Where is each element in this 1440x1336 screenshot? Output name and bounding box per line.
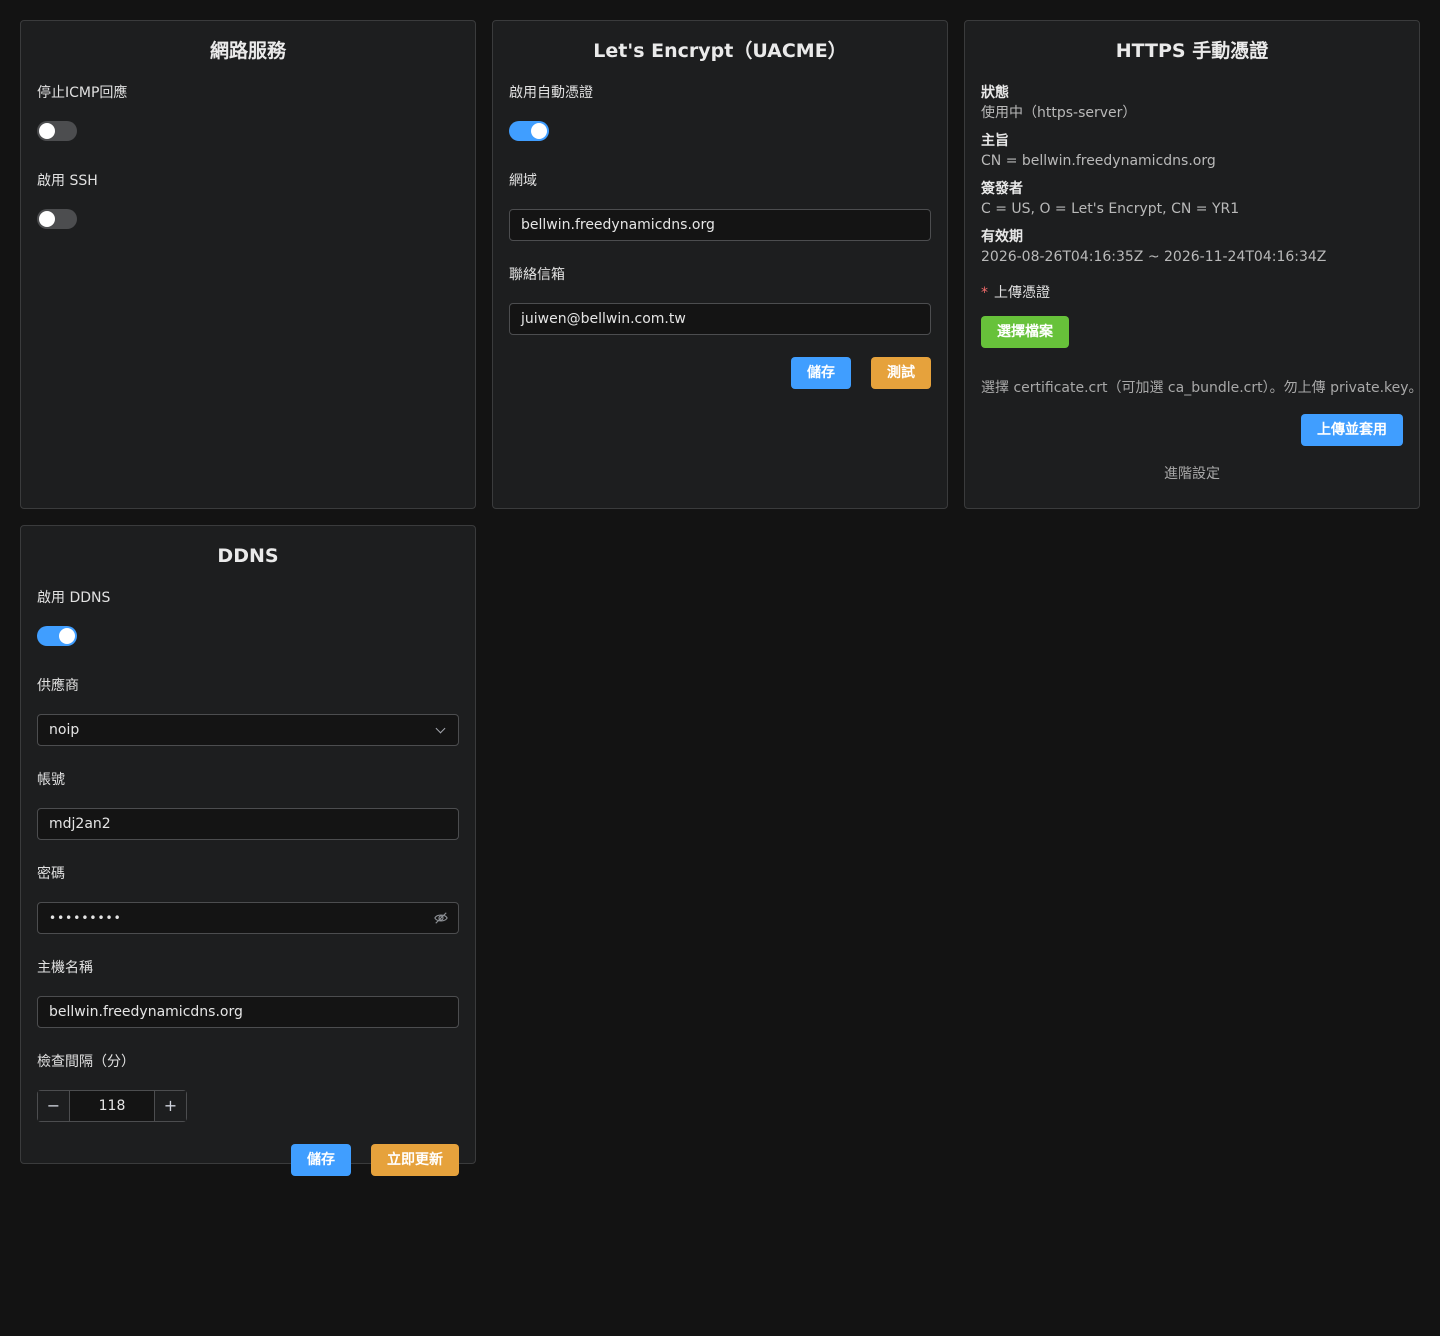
email-label: 聯絡信箱 xyxy=(509,267,565,283)
status-label: 狀態 xyxy=(981,85,1009,101)
auto-cert-label: 啟用自動憑證 xyxy=(509,85,593,101)
hostname-input[interactable]: bellwin.freedynamicdns.org xyxy=(37,996,459,1028)
le-save-button[interactable]: 儲存 xyxy=(791,357,851,389)
decrement-button[interactable]: − xyxy=(38,1091,70,1121)
email-input[interactable]: juiwen@bellwin.com.tw xyxy=(509,303,931,335)
password-masked-value: ••••••••• xyxy=(49,911,122,925)
le-test-button[interactable]: 測試 xyxy=(871,357,931,389)
network-services-title: 網路服務 xyxy=(209,40,286,62)
ddns-save-button[interactable]: 儲存 xyxy=(291,1144,351,1176)
hostname-label: 主機名稱 xyxy=(37,960,93,976)
toggle-knob xyxy=(39,123,55,139)
toggle-knob xyxy=(59,628,75,644)
toggle-knob xyxy=(531,123,547,139)
advanced-settings-link[interactable]: 進階設定 xyxy=(981,458,1403,490)
eye-slash-icon[interactable] xyxy=(434,911,448,925)
provider-selected-value: noip xyxy=(49,722,80,738)
ddns-enable-label: 啟用 DDNS xyxy=(37,590,111,606)
validity-label: 有效期 xyxy=(981,229,1023,245)
ssh-label: 啟用 SSH xyxy=(37,173,98,189)
ddns-enable-toggle[interactable] xyxy=(37,626,77,646)
https-title: HTTPS 手動憑證 xyxy=(1115,40,1269,62)
ddns-card: DDNS 啟用 DDNS 供應商 noip 帳號 mdj2an2 密碼 ••••… xyxy=(20,525,476,1176)
increment-button[interactable]: + xyxy=(154,1091,186,1121)
issuer-value: C = US, O = Let's Encrypt, CN = YR1 xyxy=(981,201,1240,217)
validity-value: 2026-08-26T04:16:35Z ~ 2026-11-24T04:16:… xyxy=(981,249,1327,265)
toggle-knob xyxy=(39,211,55,227)
choose-file-button[interactable]: 選擇檔案 xyxy=(981,316,1069,348)
upload-cert-label: * 上傳憑證 xyxy=(981,283,1403,303)
password-label: 密碼 xyxy=(37,866,65,882)
required-mark: * xyxy=(981,285,988,301)
icmp-label: 停止ICMP回應 xyxy=(37,85,128,101)
provider-select[interactable]: noip xyxy=(37,714,459,746)
upload-apply-button[interactable]: 上傳並套用 xyxy=(1301,414,1403,446)
subject-label: 主旨 xyxy=(981,133,1009,149)
https-manual-cert-card: HTTPS 手動憑證 狀態 使用中（https-server） 主旨 CN = … xyxy=(964,20,1423,509)
ddns-update-now-button[interactable]: 立即更新 xyxy=(371,1144,459,1176)
interval-stepper[interactable]: − 118 + xyxy=(37,1090,187,1122)
password-input[interactable]: ••••••••• xyxy=(37,902,459,934)
network-services-card: 網路服務 停止ICMP回應 啟用 SSH xyxy=(20,20,476,509)
account-label: 帳號 xyxy=(37,772,65,788)
letsencrypt-card: Let's Encrypt（UACME） 啟用自動憑證 網域 bellwin.f… xyxy=(492,20,948,509)
interval-value[interactable]: 118 xyxy=(70,1091,154,1121)
account-input[interactable]: mdj2an2 xyxy=(37,808,459,840)
upload-cert-label-text: 上傳憑證 xyxy=(994,285,1050,301)
chevron-down-icon xyxy=(435,723,446,734)
ddns-title: DDNS xyxy=(217,545,279,567)
domain-input[interactable]: bellwin.freedynamicdns.org xyxy=(509,209,931,241)
status-value: 使用中（https-server） xyxy=(981,105,1137,121)
interval-label: 檢查間隔（分） xyxy=(37,1054,135,1070)
provider-label: 供應商 xyxy=(37,678,79,694)
upload-hint: 選擇 certificate.crt（可加選 ca_bundle.crt）。勿上… xyxy=(981,380,1423,396)
issuer-label: 簽發者 xyxy=(981,181,1023,197)
letsencrypt-title: Let's Encrypt（UACME） xyxy=(593,40,847,62)
icmp-toggle[interactable] xyxy=(37,121,77,141)
subject-value: CN = bellwin.freedynamicdns.org xyxy=(981,153,1216,169)
ssh-toggle[interactable] xyxy=(37,209,77,229)
auto-cert-toggle[interactable] xyxy=(509,121,549,141)
domain-label: 網域 xyxy=(509,173,537,189)
